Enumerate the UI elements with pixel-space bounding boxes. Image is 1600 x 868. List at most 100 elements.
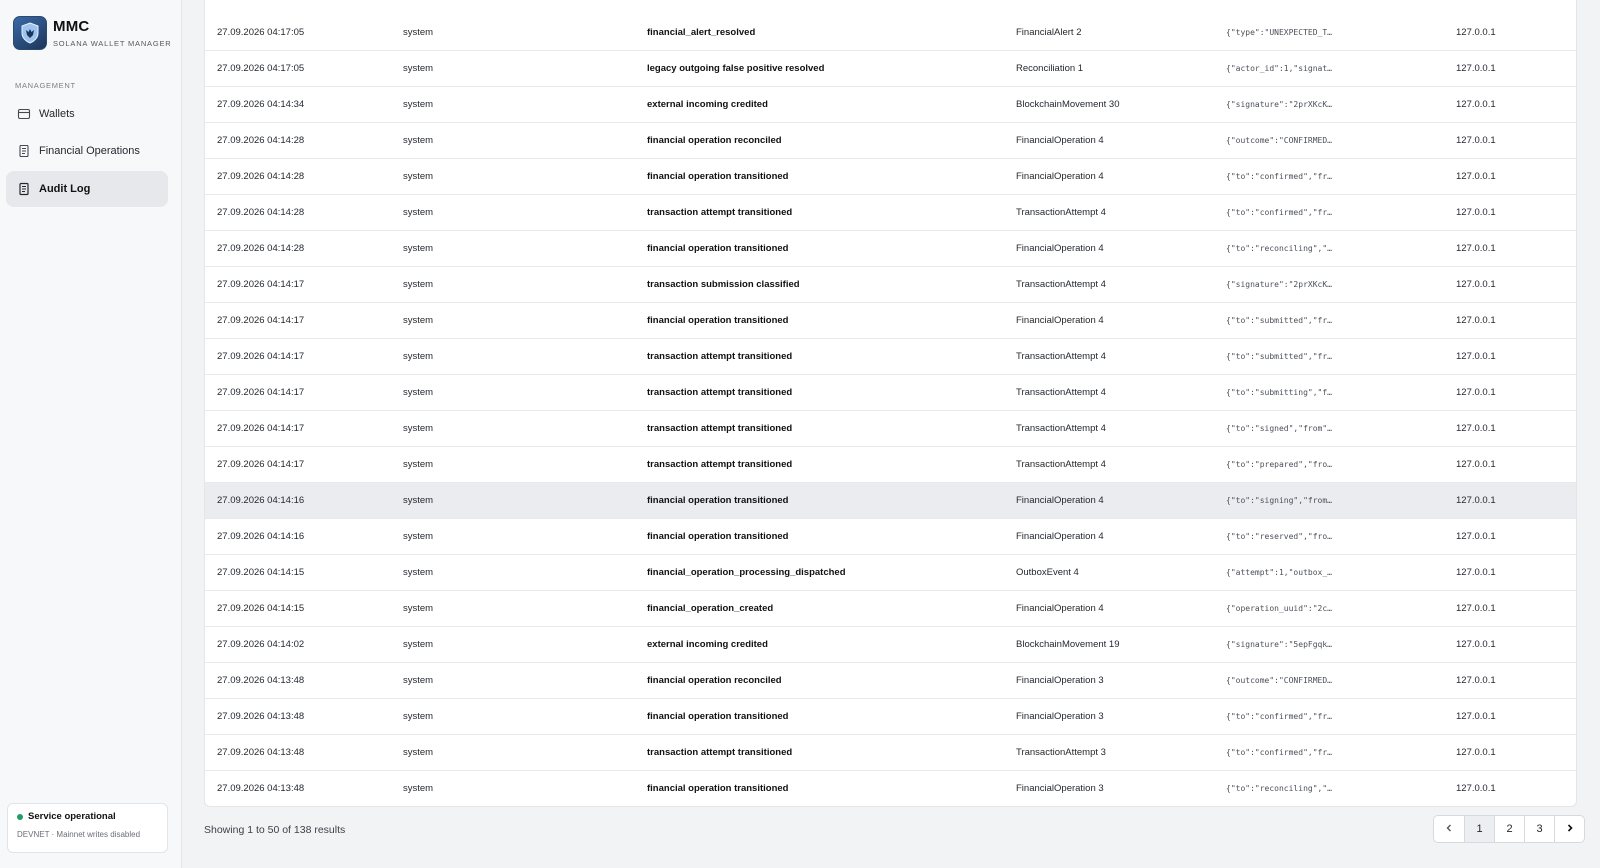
action-cell: financial operation transitioned xyxy=(647,711,789,722)
metadata-cell: {"signature":"5epFgqk… xyxy=(1226,640,1332,649)
metadata-cell: {"to":"reserved","fro… xyxy=(1226,532,1332,541)
actor-cell: system xyxy=(403,171,434,182)
table-row[interactable]: 27.09.2026 04:14:28 system financial opera… xyxy=(205,158,1576,194)
timestamp-cell: 27.09.2026 04:14:16 xyxy=(217,531,305,542)
action-cell: transaction submission classified xyxy=(647,279,800,290)
table-row[interactable]: 27.09.2026 04:14:28 system financial opera… xyxy=(205,122,1576,158)
metadata-cell: {"to":"confirmed","fr… xyxy=(1226,208,1332,217)
table-row[interactable]: 27.09.2026 04:17:05 system legacy outgoing… xyxy=(205,50,1576,86)
action-cell: financial_operation_created xyxy=(647,603,774,614)
sidebar-item-audit-log[interactable]: Audit Log xyxy=(6,171,168,207)
sidebar-item-financial-operations[interactable]: Financial Operations xyxy=(6,133,168,169)
table-row[interactable]: 27.09.2026 04:13:48 system financial opera… xyxy=(205,770,1576,806)
chevron-left-icon xyxy=(1444,823,1454,836)
actor-cell: system xyxy=(403,279,434,290)
page-button-2[interactable]: 2 xyxy=(1494,816,1524,842)
table-row[interactable]: 27.09.2026 04:14:15 system financial_opera… xyxy=(205,554,1576,590)
subject-cell: FinancialOperation 4 xyxy=(1016,171,1104,182)
table-row[interactable]: 27.09.2026 04:13:48 system financial opera… xyxy=(205,698,1576,734)
actor-cell: system xyxy=(403,639,434,650)
metadata-cell: {"attempt":1,"outbox_… xyxy=(1226,568,1332,577)
timestamp-cell: 27.09.2026 04:14:02 xyxy=(217,639,305,650)
table-row[interactable]: 27.09.2026 04:14:17 system transaction att… xyxy=(205,338,1576,374)
timestamp-cell: 27.09.2026 04:14:28 xyxy=(217,243,305,254)
page-button-1[interactable]: 1 xyxy=(1464,816,1494,842)
table-row[interactable]: 27.09.2026 04:14:28 system financial opera… xyxy=(205,230,1576,266)
table-row[interactable]: 27.09.2026 04:14:17 system transaction sub… xyxy=(205,266,1576,302)
next-page-button[interactable] xyxy=(1554,816,1584,842)
subject-cell: Reconciliation 1 xyxy=(1016,63,1084,74)
metadata-cell: {"to":"confirmed","fr… xyxy=(1226,712,1332,721)
table-row[interactable]: 27.09.2026 04:13:48 system financial opera… xyxy=(205,662,1576,698)
ip-address-cell: 127.0.0.1 xyxy=(1456,279,1496,290)
metadata-cell: {"actor_id":1,"signat… xyxy=(1226,64,1332,73)
subject-cell: TransactionAttempt 4 xyxy=(1016,423,1106,434)
ip-address-cell: 127.0.0.1 xyxy=(1456,26,1496,38)
action-cell: financial operation transitioned xyxy=(647,783,789,794)
actor-cell: system xyxy=(403,711,434,722)
sidebar-item-label: Financial Operations xyxy=(39,145,140,157)
metadata-cell: {"to":"signed","from"… xyxy=(1226,424,1332,433)
actor-cell: system xyxy=(403,675,434,686)
table-row[interactable]: 27.09.2026 04:14:34 system external incomi… xyxy=(205,86,1576,122)
action-cell: transaction attempt transitioned xyxy=(647,351,793,362)
table-row[interactable]: 27.09.2026 04:13:48 system transaction att… xyxy=(205,734,1576,770)
timestamp-cell: 27.09.2026 04:14:28 xyxy=(217,207,305,218)
results-summary: Showing 1 to 50 of 138 results xyxy=(204,824,346,836)
wallet-icon xyxy=(17,107,31,121)
subject-cell: TransactionAttempt 4 xyxy=(1016,207,1106,218)
actor-cell: system xyxy=(403,747,434,758)
action-cell: financial operation reconciled xyxy=(647,675,782,686)
actor-cell: system xyxy=(403,531,434,542)
page-button-3[interactable]: 3 xyxy=(1524,816,1554,842)
timestamp-cell: 27.09.2026 04:14:17 xyxy=(217,423,305,434)
action-cell: financial operation transitioned xyxy=(647,171,789,182)
ip-address-cell: 127.0.0.1 xyxy=(1456,63,1496,74)
actor-cell: system xyxy=(403,63,434,74)
table-row[interactable]: 27.09.2026 04:14:02 system external incomi… xyxy=(205,626,1576,662)
ip-address-cell: 127.0.0.1 xyxy=(1456,675,1496,686)
actor-cell: system xyxy=(403,351,434,362)
ip-address-cell: 127.0.0.1 xyxy=(1456,639,1496,650)
table-row[interactable]: 27.09.2026 04:14:17 system transaction att… xyxy=(205,374,1576,410)
action-cell: external incoming credited xyxy=(647,639,768,650)
prev-page-button[interactable] xyxy=(1434,816,1464,842)
action-cell: transaction attempt transitioned xyxy=(647,207,793,218)
table-row[interactable]: 27.09.2026 04:14:17 system transaction att… xyxy=(205,446,1576,482)
sidebar-item-label: Audit Log xyxy=(39,183,91,195)
metadata-cell: {"to":"submitted","fr… xyxy=(1226,316,1332,325)
subject-cell: FinancialOperation 4 xyxy=(1016,531,1104,542)
sidebar-item-label: Wallets xyxy=(39,108,75,120)
table-row[interactable]: 27.09.2026 04:17:05 system financial_alert… xyxy=(205,14,1576,50)
table-row[interactable]: 27.09.2026 04:14:16 system financial opera… xyxy=(205,482,1576,518)
ip-address-cell: 127.0.0.1 xyxy=(1456,423,1496,434)
metadata-cell: {"to":"submitted","fr… xyxy=(1226,352,1332,361)
ip-address-cell: 127.0.0.1 xyxy=(1456,171,1496,182)
subject-cell: BlockchainMovement 30 xyxy=(1016,99,1120,110)
timestamp-cell: 27.09.2026 04:14:17 xyxy=(217,459,305,470)
brand[interactable]: MMC SOLANA WALLET MANAGER xyxy=(13,16,172,50)
subject-cell: FinancialOperation 4 xyxy=(1016,603,1104,614)
ip-address-cell: 127.0.0.1 xyxy=(1456,459,1496,470)
metadata-cell: {"to":"reconciling","… xyxy=(1226,784,1332,793)
table-row[interactable]: 27.09.2026 04:14:15 system financial_opera… xyxy=(205,590,1576,626)
subject-cell: FinancialOperation 4 xyxy=(1016,243,1104,254)
ip-address-cell: 127.0.0.1 xyxy=(1456,135,1496,146)
shield-beast-logo-icon xyxy=(13,16,47,50)
status-dot-icon xyxy=(17,813,23,820)
table-row[interactable]: 27.09.2026 04:14:16 system financial opera… xyxy=(205,518,1576,554)
subject-cell: FinancialOperation 4 xyxy=(1016,135,1104,146)
table-row[interactable]: 27.09.2026 04:14:17 system transaction att… xyxy=(205,410,1576,446)
subject-cell: TransactionAttempt 4 xyxy=(1016,459,1106,470)
table-row[interactable]: 27.09.2026 04:14:17 system financial opera… xyxy=(205,302,1576,338)
sidebar: MMC SOLANA WALLET MANAGER MANAGEMENT Wal… xyxy=(0,0,182,868)
timestamp-cell: 27.09.2026 04:14:17 xyxy=(217,351,305,362)
action-cell: financial_alert_resolved xyxy=(647,26,756,38)
timestamp-cell: 27.09.2026 04:13:48 xyxy=(217,711,305,722)
metadata-cell: {"to":"prepared","fro… xyxy=(1226,460,1332,469)
sidebar-item-wallets[interactable]: Wallets xyxy=(6,96,168,132)
action-cell: financial operation transitioned xyxy=(647,495,789,506)
table-row-partial xyxy=(205,0,1576,14)
actor-cell: system xyxy=(403,243,434,254)
table-row[interactable]: 27.09.2026 04:14:28 system transaction att… xyxy=(205,194,1576,230)
